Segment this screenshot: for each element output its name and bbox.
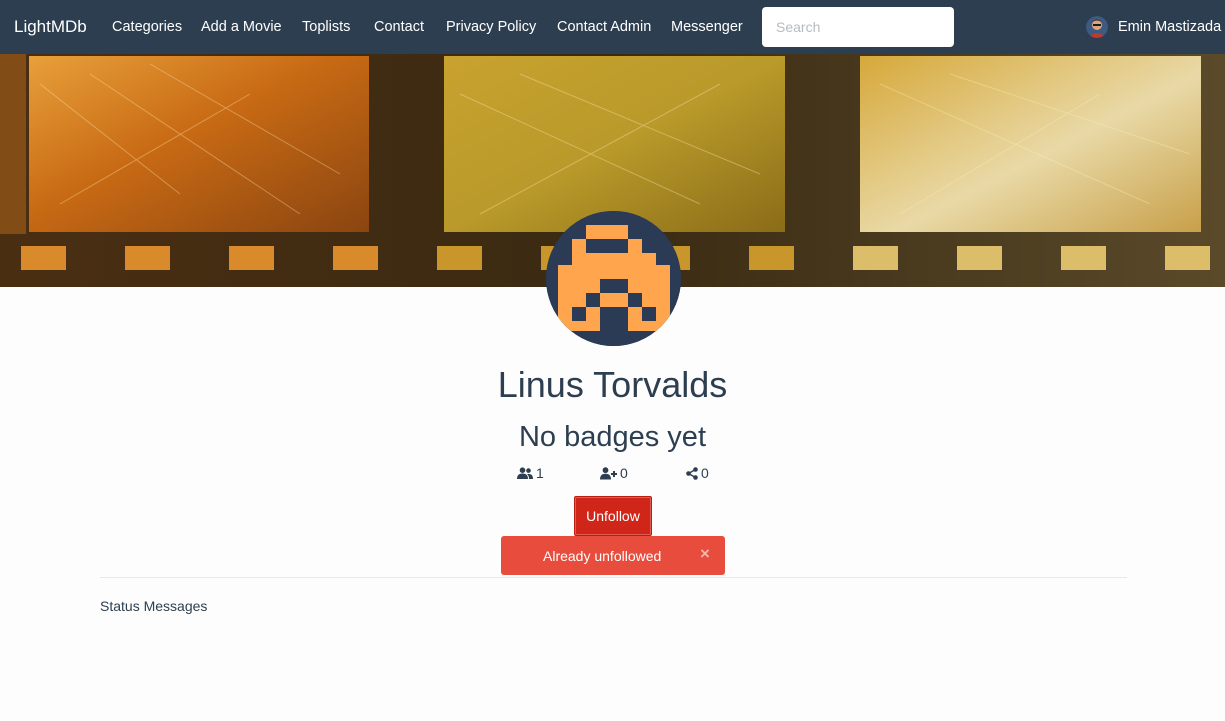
- users-icon: [517, 466, 533, 479]
- profile-name: Linus Torvalds: [497, 364, 728, 405]
- nav-contact[interactable]: Contact: [374, 18, 424, 36]
- following-count: 0: [620, 465, 628, 481]
- badges-text: No badges yet: [518, 421, 706, 453]
- section-divider: [100, 577, 1127, 578]
- user-plus-icon: [600, 466, 617, 479]
- brand-logo[interactable]: LightMDb: [14, 17, 87, 37]
- followers-stat[interactable]: 1: [517, 464, 544, 482]
- status-messages-heading: Status Messages: [100, 598, 208, 614]
- top-navbar: LightMDb Categories Add a Movie Toplists…: [0, 0, 1225, 54]
- profile-avatar: [546, 211, 681, 346]
- close-icon[interactable]: ×: [698, 545, 712, 563]
- user-avatar: [1086, 16, 1108, 38]
- nav-contact-admin[interactable]: Contact Admin: [557, 18, 651, 36]
- shares-stat[interactable]: 0: [686, 464, 709, 482]
- nav-add-movie[interactable]: Add a Movie: [201, 18, 282, 36]
- nav-categories[interactable]: Categories: [112, 18, 182, 36]
- nav-messenger[interactable]: Messenger: [671, 18, 743, 36]
- unfollow-button[interactable]: Unfollow: [574, 496, 652, 536]
- unfollow-alert: Already unfollowed ×: [501, 536, 725, 575]
- nav-privacy-policy[interactable]: Privacy Policy: [446, 18, 536, 36]
- shares-count: 0: [701, 465, 709, 481]
- user-menu[interactable]: Emin Mastizada: [1086, 15, 1221, 39]
- user-name: Emin Mastizada: [1118, 19, 1222, 35]
- search-input[interactable]: [762, 7, 954, 47]
- nav-toplists[interactable]: Toplists: [302, 18, 350, 36]
- following-stat[interactable]: 0: [600, 464, 628, 482]
- alert-message: Already unfollowed: [543, 548, 662, 564]
- followers-count: 1: [536, 465, 544, 481]
- share-icon: [686, 466, 698, 480]
